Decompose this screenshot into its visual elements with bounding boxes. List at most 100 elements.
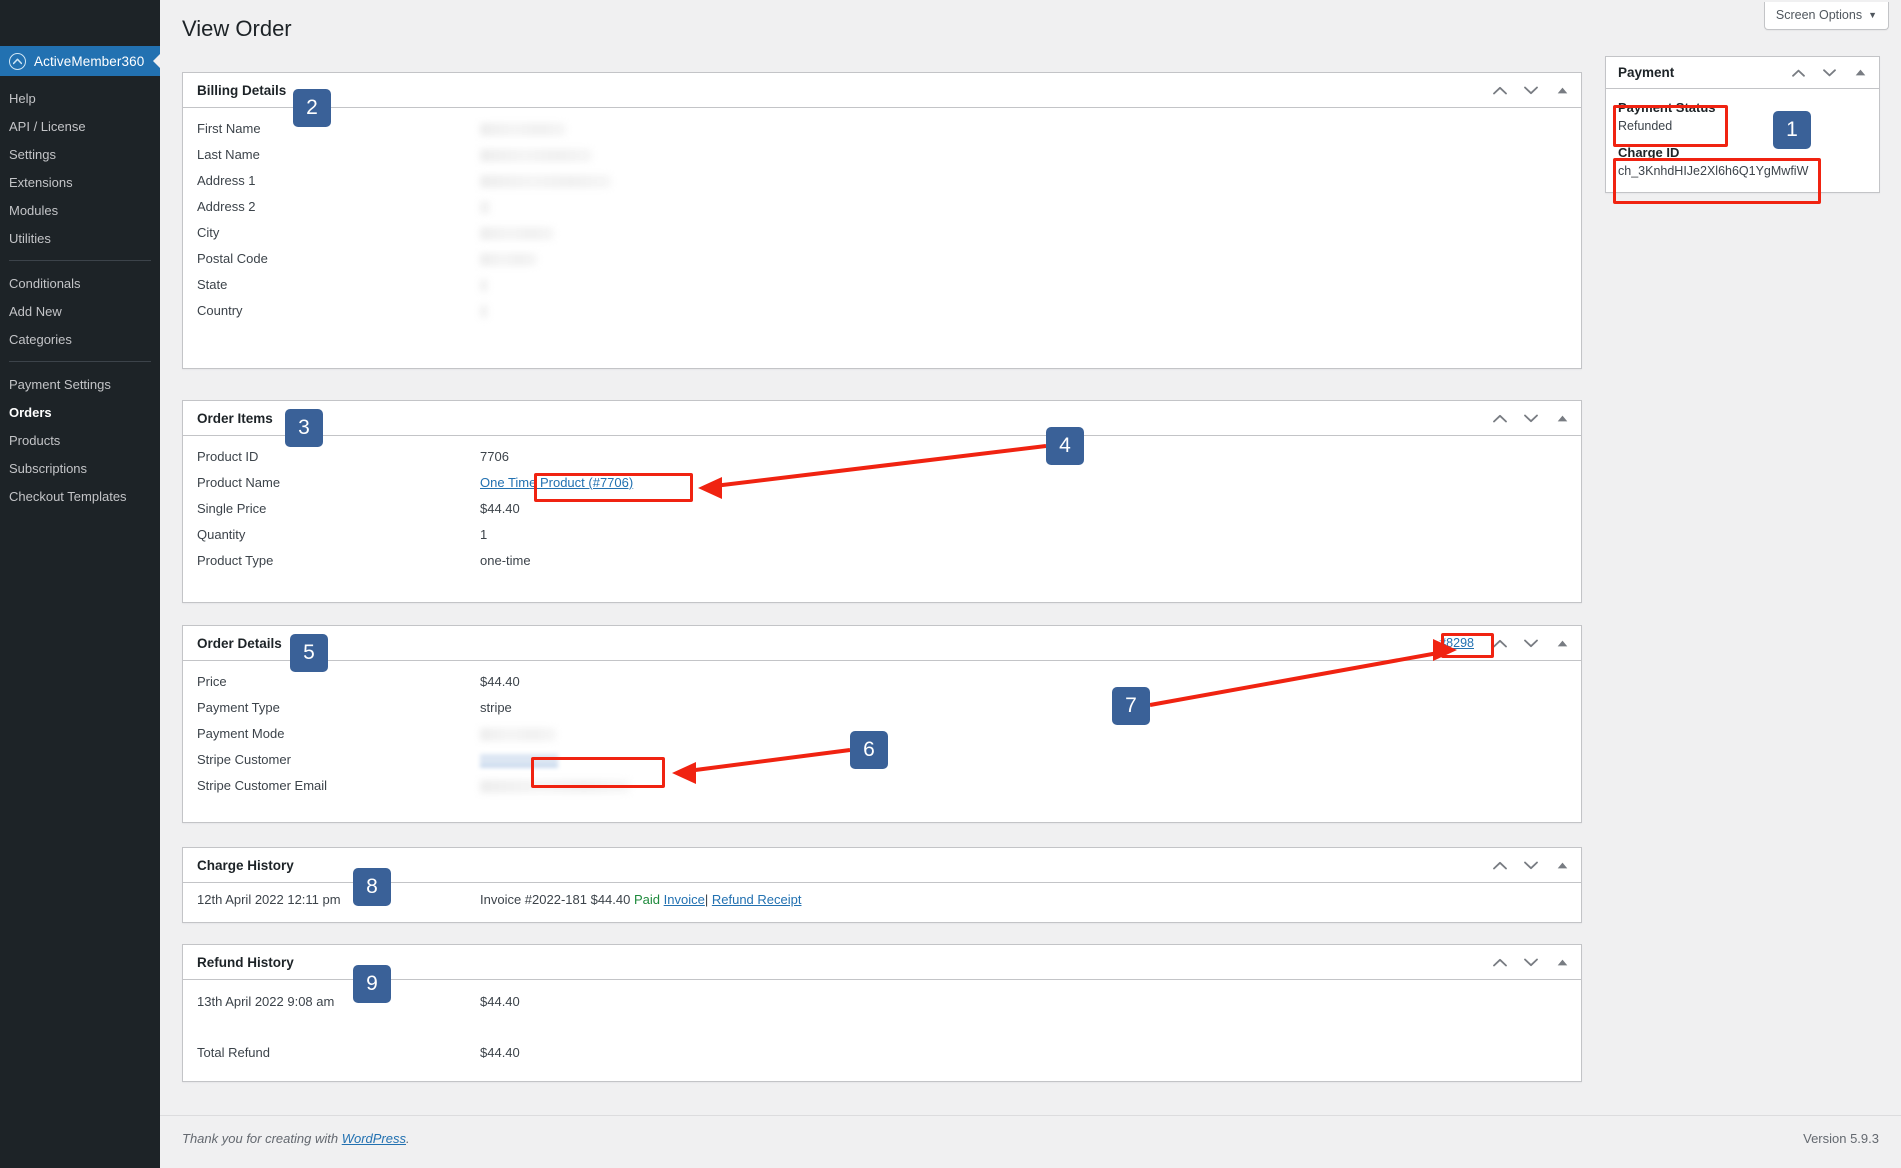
sidebar-brand-label: ActiveMember360 — [34, 53, 145, 69]
order-details-row-stripe-customer-email: Stripe Customer Email — [183, 773, 1581, 799]
panel-controls — [1491, 856, 1571, 874]
billing-row-country: Country — [183, 298, 1581, 324]
sidebar-item-checkout-templates[interactable]: Checkout Templates — [0, 482, 160, 510]
billing-row-postal-code: Postal Code — [183, 246, 1581, 272]
refund-history-total-row: Total Refund $44.40 — [183, 1015, 1581, 1066]
refund-history-panel: Refund History 13th April 2022 9:08 am $… — [182, 944, 1582, 1082]
refund-history-header: Refund History — [183, 945, 1581, 980]
payment-panel: Payment Payment Status Refunded Charge I… — [1605, 56, 1880, 193]
refund-receipt-link[interactable]: Refund Receipt — [712, 892, 802, 907]
move-up-icon[interactable] — [1789, 64, 1807, 82]
toggle-panel-icon[interactable] — [1553, 634, 1571, 652]
row-label: Product Name — [197, 475, 281, 490]
charge-history-invoice-text: Invoice #2022-181 $44.40 — [480, 892, 631, 907]
sidebar-item-add-new[interactable]: Add New — [0, 297, 160, 325]
row-label: Stripe Customer Email — [197, 778, 328, 793]
move-down-icon[interactable] — [1820, 64, 1838, 82]
refund-history-date: 13th April 2022 9:08 am — [197, 994, 335, 1009]
footer-credit: Thank you for creating with WordPress. — [182, 1131, 410, 1146]
panel-controls — [1491, 953, 1571, 971]
move-up-icon[interactable] — [1491, 634, 1509, 652]
screen-root: ActiveMember360 Help API / License Setti… — [0, 0, 1901, 1168]
order-items-header: Order Items — [183, 401, 1581, 436]
move-up-icon[interactable] — [1491, 81, 1509, 99]
billing-row-state: State — [183, 272, 1581, 298]
footer-divider — [160, 1115, 1901, 1116]
sidebar-item-products[interactable]: Products — [0, 426, 160, 454]
charge-history-detail: Invoice #2022-181 $44.40 Paid Invoice| R… — [480, 892, 801, 907]
row-value-redacted — [480, 276, 488, 294]
product-name-link[interactable]: One Time Product (#7706) — [480, 475, 633, 490]
order-items-row-product-name: Product Name One Time Product (#7706) — [183, 470, 1581, 496]
move-up-icon[interactable] — [1491, 409, 1509, 427]
row-label: Address 2 — [197, 199, 256, 214]
row-value: one-time — [480, 553, 531, 568]
billing-row-last-name: Last Name — [183, 142, 1581, 168]
charge-history-title: Charge History — [197, 857, 294, 873]
toggle-panel-icon[interactable] — [1553, 409, 1571, 427]
charge-history-panel: Charge History 12th April 2022 12:11 pm … — [182, 847, 1582, 923]
sidebar-nav: Help API / License Settings Extensions M… — [0, 84, 160, 510]
move-down-icon[interactable] — [1522, 634, 1540, 652]
order-details-row-payment-type: Payment Type stripe — [183, 695, 1581, 721]
order-number-link[interactable]: #8298 — [1439, 636, 1474, 650]
toggle-panel-icon[interactable] — [1553, 953, 1571, 971]
row-label: Postal Code — [197, 251, 268, 266]
stripe-customer-link[interactable] — [480, 751, 558, 769]
footer-credit-prefix: Thank you for creating with — [182, 1131, 342, 1146]
order-items-body: Product ID 7706 Product Name One Time Pr… — [183, 436, 1581, 584]
wordpress-link[interactable]: WordPress — [342, 1131, 406, 1146]
sidebar-item-help[interactable]: Help — [0, 84, 160, 112]
row-value-redacted — [480, 302, 488, 320]
order-details-row-stripe-customer: Stripe Customer — [183, 747, 1581, 773]
move-down-icon[interactable] — [1522, 953, 1540, 971]
toggle-panel-icon[interactable] — [1553, 856, 1571, 874]
move-up-icon[interactable] — [1491, 953, 1509, 971]
row-value: $44.40 — [480, 501, 520, 516]
refund-history-total-amount: $44.40 — [480, 1045, 520, 1060]
order-details-title: Order Details — [197, 635, 282, 651]
move-up-icon[interactable] — [1491, 856, 1509, 874]
sidebar-item-conditionals[interactable]: Conditionals — [0, 269, 160, 297]
sidebar-brand[interactable]: ActiveMember360 — [0, 46, 160, 76]
order-items-title: Order Items — [197, 410, 273, 426]
row-label: Country — [197, 303, 243, 318]
row-value: stripe — [480, 700, 512, 715]
sidebar-item-api-license[interactable]: API / License — [0, 112, 160, 140]
row-label: Product Type — [197, 553, 274, 568]
sidebar-item-utilities[interactable]: Utilities — [0, 224, 160, 252]
invoice-link[interactable]: Invoice — [664, 892, 705, 907]
charge-id-label: Charge ID — [1618, 145, 1680, 160]
sidebar-item-payment-settings[interactable]: Payment Settings — [0, 370, 160, 398]
move-down-icon[interactable] — [1522, 856, 1540, 874]
sidebar-item-settings[interactable]: Settings — [0, 140, 160, 168]
sidebar-item-extensions[interactable]: Extensions — [0, 168, 160, 196]
order-items-row-quantity: Quantity 1 — [183, 522, 1581, 548]
billing-details-body: First Name Last Name Address 1 Address 2… — [183, 108, 1581, 334]
row-value: 1 — [480, 527, 488, 542]
charge-history-row: 12th April 2022 12:11 pm Invoice #2022-1… — [183, 883, 1581, 913]
row-label: Price — [197, 674, 227, 689]
row-label: Product ID — [197, 449, 259, 464]
order-details-row-payment-mode: Payment Mode — [183, 721, 1581, 747]
row-value-redacted — [480, 146, 592, 164]
payment-panel-body: Payment Status Refunded Charge ID ch_3Kn… — [1606, 89, 1879, 192]
charge-history-header: Charge History — [183, 848, 1581, 883]
order-items-row-product-id: Product ID 7706 — [183, 444, 1581, 470]
sidebar-item-subscriptions[interactable]: Subscriptions — [0, 454, 160, 482]
sidebar-item-modules[interactable]: Modules — [0, 196, 160, 224]
panel-controls: #8298 — [1439, 634, 1571, 652]
sidebar-item-orders[interactable]: Orders — [0, 398, 160, 426]
toggle-panel-icon[interactable] — [1553, 81, 1571, 99]
row-value-redacted — [480, 224, 554, 242]
toggle-panel-icon[interactable] — [1851, 64, 1869, 82]
panel-controls — [1491, 81, 1571, 99]
row-value-redacted — [480, 725, 556, 743]
move-down-icon[interactable] — [1522, 81, 1540, 99]
sidebar-item-categories[interactable]: Categories — [0, 325, 160, 353]
sidebar-divider — [9, 260, 151, 261]
row-value-redacted — [480, 198, 490, 216]
move-down-icon[interactable] — [1522, 409, 1540, 427]
screen-options-button[interactable]: Screen Options ▼ — [1763, 2, 1889, 30]
billing-details-header: Billing Details — [183, 73, 1581, 108]
